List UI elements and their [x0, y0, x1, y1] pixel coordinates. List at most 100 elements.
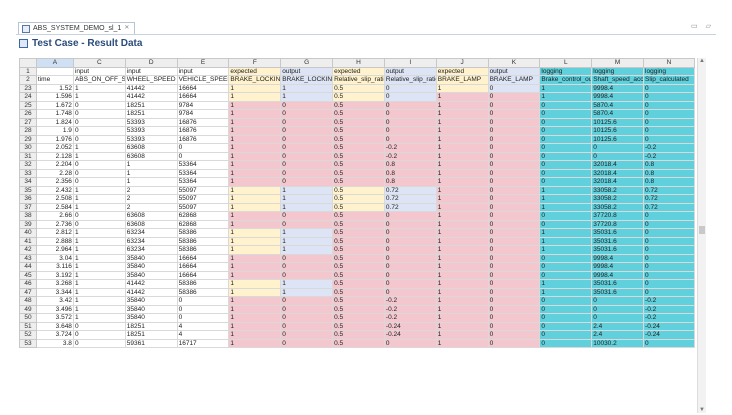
data-cell[interactable]: 4 — [176, 321, 230, 331]
data-cell[interactable]: 1 — [539, 279, 593, 289]
data-cell[interactable]: 0.5 — [332, 92, 385, 102]
data-cell[interactable]: 1 — [435, 304, 489, 314]
data-cell[interactable]: 0 — [280, 313, 334, 323]
data-cell[interactable]: 1 — [435, 126, 489, 136]
data-cell[interactable]: 0 — [383, 245, 437, 255]
data-cell[interactable]: 2.28 — [35, 168, 74, 178]
data-cell[interactable]: 2.4 — [591, 321, 645, 331]
data-cell[interactable]: 0 — [280, 168, 334, 178]
data-cell[interactable]: 0.72 — [383, 185, 437, 195]
data-cell[interactable]: 16664 — [176, 253, 230, 263]
data-cell[interactable]: 0 — [487, 296, 541, 306]
column-category-cell[interactable]: expected — [435, 66, 489, 76]
signal-name-cell[interactable]: time — [35, 75, 74, 85]
data-cell[interactable]: 5870.4 — [591, 100, 645, 110]
data-cell[interactable]: 0 — [280, 126, 334, 136]
data-cell[interactable]: 0.5 — [332, 185, 385, 195]
data-cell[interactable]: 0.8 — [383, 168, 437, 178]
column-letter-k[interactable]: K — [487, 58, 541, 68]
data-cell[interactable]: 53364 — [176, 160, 230, 170]
data-cell[interactable]: 1 — [228, 245, 282, 255]
data-cell[interactable]: 0.5 — [332, 83, 385, 93]
data-cell[interactable]: 0.5 — [332, 236, 385, 246]
data-cell[interactable]: 0 — [539, 296, 593, 306]
data-cell[interactable]: 1 — [72, 313, 126, 323]
data-cell[interactable]: 1 — [228, 270, 282, 280]
data-cell[interactable]: 16876 — [176, 117, 230, 127]
data-cell[interactable]: 1 — [228, 168, 282, 178]
data-cell[interactable]: 1 — [435, 160, 489, 170]
column-letter-d[interactable]: D — [124, 58, 178, 68]
data-cell[interactable]: 9784 — [176, 100, 230, 110]
signal-name-cell[interactable]: VEHICLE_SPEED — [176, 75, 230, 85]
data-cell[interactable]: 9998.4 — [591, 92, 645, 102]
data-cell[interactable]: 1 — [280, 194, 334, 204]
data-cell[interactable]: 0.5 — [332, 304, 385, 314]
data-cell[interactable]: 41442 — [124, 287, 178, 297]
data-cell[interactable]: 63608 — [124, 211, 178, 221]
data-cell[interactable]: 18251 — [124, 100, 178, 110]
data-cell[interactable]: -0.2 — [643, 304, 695, 314]
data-cell[interactable]: 1.52 — [35, 83, 74, 93]
data-cell[interactable]: -0.2 — [643, 313, 695, 323]
row-number[interactable]: 43 — [19, 253, 37, 263]
data-cell[interactable]: 0 — [591, 143, 645, 153]
row-number[interactable]: 30 — [19, 143, 37, 153]
data-cell[interactable]: 9998.4 — [591, 270, 645, 280]
data-cell[interactable]: 1 — [539, 202, 593, 212]
column-letter-h[interactable]: H — [332, 58, 385, 68]
data-cell[interactable]: 0 — [643, 262, 695, 272]
scroll-down-icon[interactable]: ▼ — [699, 407, 705, 413]
minimize-maximize-icons[interactable]: ▭ ▱ — [691, 22, 714, 30]
row-number[interactable]: 33 — [19, 168, 37, 178]
signal-name-cell[interactable]: BRAKE_LAMP — [487, 75, 541, 85]
column-letter-l[interactable]: L — [539, 58, 593, 68]
data-cell[interactable]: 1 — [435, 236, 489, 246]
data-cell[interactable]: -0.2 — [383, 313, 437, 323]
data-cell[interactable]: 10125.6 — [591, 134, 645, 144]
column-category-cell[interactable]: logging — [643, 66, 695, 76]
data-cell[interactable]: 0.5 — [332, 338, 385, 348]
data-cell[interactable]: 0 — [487, 160, 541, 170]
data-cell[interactable]: 0.8 — [643, 168, 695, 178]
row-number[interactable]: 42 — [19, 245, 37, 255]
data-cell[interactable]: 35840 — [124, 270, 178, 280]
data-cell[interactable]: 2.584 — [35, 202, 74, 212]
data-cell[interactable]: 3.116 — [35, 262, 74, 272]
data-cell[interactable]: 53393 — [124, 134, 178, 144]
data-cell[interactable]: 0 — [176, 296, 230, 306]
column-category-cell[interactable]: input — [176, 66, 230, 76]
data-cell[interactable]: 0 — [487, 168, 541, 178]
column-category-cell[interactable]: logging — [591, 66, 645, 76]
data-cell[interactable]: 1 — [435, 321, 489, 331]
data-cell[interactable]: 0.5 — [332, 253, 385, 263]
column-letter-f[interactable]: F — [228, 58, 282, 68]
signal-name-cell[interactable]: BRAKE_LAMP — [435, 75, 489, 85]
data-cell[interactable]: 41442 — [124, 92, 178, 102]
data-cell[interactable]: 1.9 — [35, 126, 74, 136]
row-number[interactable]: 50 — [19, 313, 37, 323]
row-number[interactable]: 2 — [19, 75, 37, 85]
data-cell[interactable]: 33058.2 — [591, 194, 645, 204]
data-cell[interactable]: 0.5 — [332, 321, 385, 331]
data-cell[interactable]: 58386 — [176, 279, 230, 289]
data-cell[interactable]: 0 — [176, 304, 230, 314]
signal-name-cell[interactable]: Relative_slip_ratio — [383, 75, 437, 85]
data-cell[interactable]: 0 — [591, 296, 645, 306]
data-cell[interactable]: 1 — [539, 228, 593, 238]
data-cell[interactable]: 58386 — [176, 236, 230, 246]
close-tab-icon[interactable]: ✕ — [124, 23, 129, 34]
data-cell[interactable]: 1 — [228, 194, 282, 204]
data-cell[interactable]: 5870.4 — [591, 109, 645, 119]
row-number[interactable]: 27 — [19, 117, 37, 127]
data-cell[interactable]: 0 — [643, 92, 695, 102]
data-cell[interactable]: 0 — [176, 151, 230, 161]
data-cell[interactable]: 0.5 — [332, 143, 385, 153]
data-cell[interactable]: 1.976 — [35, 134, 74, 144]
data-cell[interactable]: 0 — [280, 109, 334, 119]
data-cell[interactable]: 0.5 — [332, 296, 385, 306]
data-cell[interactable]: 1 — [539, 236, 593, 246]
data-cell[interactable]: 1 — [72, 253, 126, 263]
signal-name-cell[interactable]: Shaft_speed_accel — [591, 75, 645, 85]
data-cell[interactable]: 1 — [435, 245, 489, 255]
